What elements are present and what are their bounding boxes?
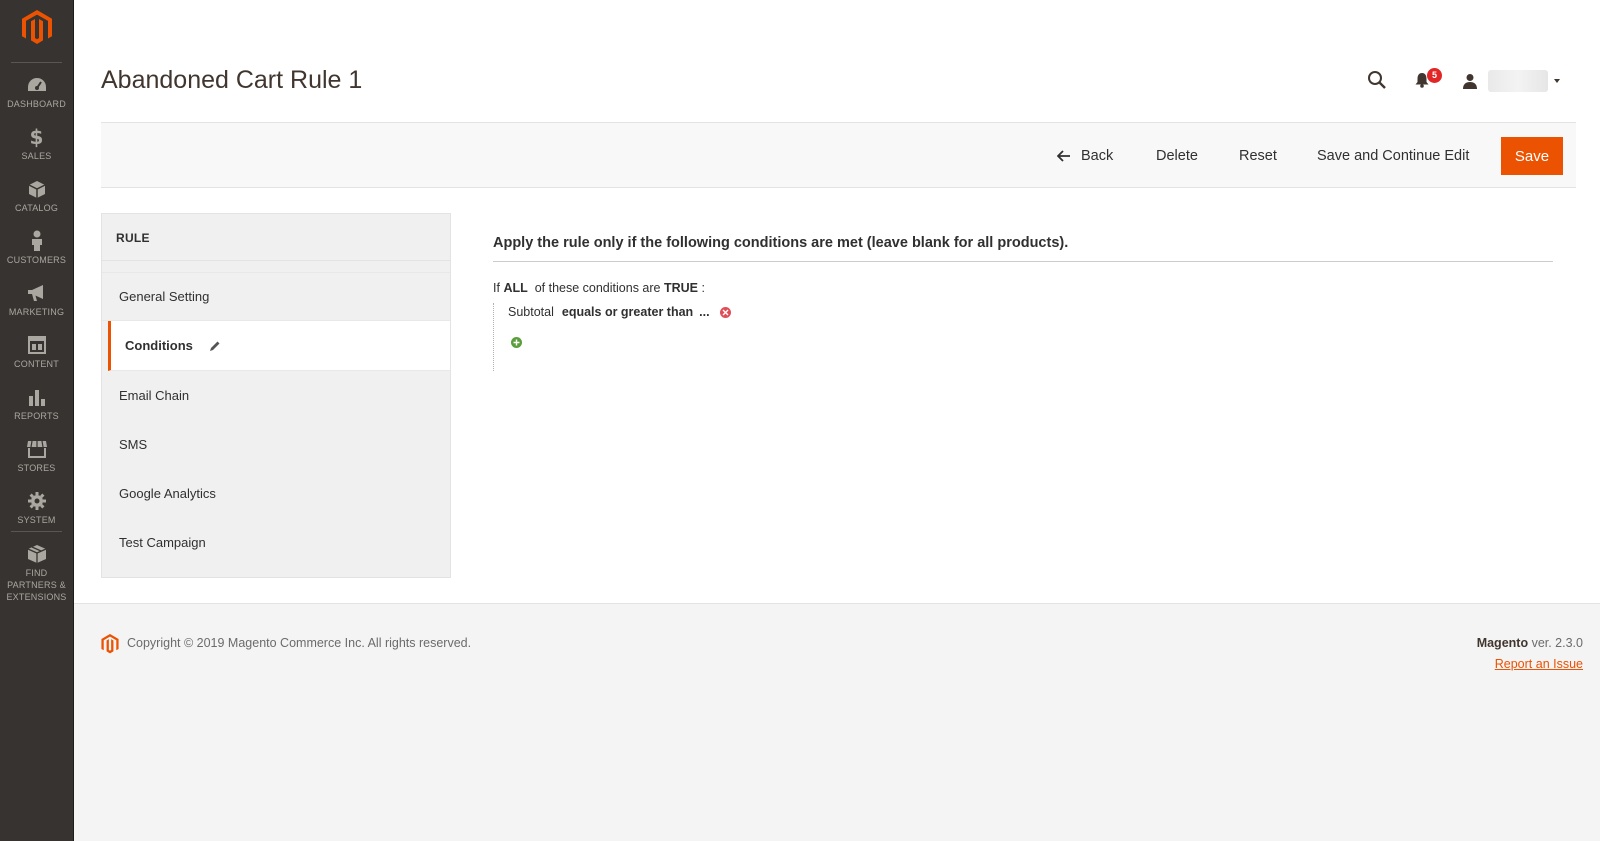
- notification-badge: 5: [1427, 68, 1442, 83]
- save-button[interactable]: Save: [1501, 137, 1563, 175]
- nav-find-partners[interactable]: FIND PARTNERS & EXTENSIONS: [0, 532, 73, 612]
- conditions-panel: Apply the rule only if the following con…: [493, 235, 1553, 371]
- nav-label: FIND PARTNERS & EXTENSIONS: [6, 567, 66, 603]
- tab-email-chain[interactable]: Email Chain: [102, 371, 450, 420]
- tab-test-campaign[interactable]: Test Campaign: [102, 518, 450, 567]
- delete-button[interactable]: Delete: [1156, 137, 1198, 175]
- save-and-continue-button[interactable]: Save and Continue Edit: [1317, 137, 1469, 175]
- page-title: Abandoned Cart Rule 1: [101, 66, 363, 94]
- conditions-title: Apply the rule only if the following con…: [493, 235, 1553, 262]
- conditions-aggregator-line: If ALL of these conditions are TRUE :: [493, 281, 1553, 295]
- condition-tree: Subtotal equals or greater than ...: [493, 303, 1553, 371]
- nav-label-line: FIND: [25, 568, 48, 578]
- copyright-text: Copyright © 2019 Magento Commerce Inc. A…: [127, 636, 472, 650]
- reset-button[interactable]: Reset: [1239, 137, 1277, 175]
- version-text: Magento ver. 2.3.0: [1477, 636, 1583, 650]
- nav-customers[interactable]: CUSTOMERS: [0, 219, 73, 271]
- nav-system[interactable]: SYSTEM: [0, 479, 73, 531]
- condition-row: Subtotal equals or greater than ...: [508, 303, 1553, 321]
- remove-condition-icon[interactable]: [719, 306, 731, 318]
- condition-value[interactable]: ...: [699, 305, 709, 319]
- back-button[interactable]: Back: [1057, 137, 1113, 175]
- main-panel: Abandoned Cart Rule 1 5 Back Delete Rese…: [74, 0, 1600, 603]
- nav-label: CUSTOMERS: [6, 255, 67, 265]
- arrow-left-icon: [1057, 150, 1071, 162]
- nav-label: CATALOG: [14, 203, 59, 213]
- cond-prefix: If: [493, 281, 500, 295]
- rule-tabs: RULE General Setting Conditions Email Ch…: [101, 213, 451, 578]
- version-number: ver. 2.3.0: [1531, 636, 1583, 650]
- magento-logo-icon[interactable]: [0, 0, 74, 62]
- chevron-down-icon: [1554, 79, 1560, 83]
- person-icon: [30, 230, 44, 251]
- tab-general-setting[interactable]: General Setting: [102, 272, 450, 321]
- value-select[interactable]: TRUE: [664, 281, 698, 295]
- bar-chart-icon: [28, 387, 46, 407]
- nav-marketing[interactable]: MARKETING: [0, 271, 73, 323]
- gear-icon: [27, 491, 47, 511]
- admin-sidebar: DASHBOARD $ SALES CATALOG CUSTOMERS MARK…: [0, 0, 74, 841]
- nav-content[interactable]: CONTENT: [0, 323, 73, 375]
- add-condition-icon[interactable]: [511, 337, 522, 348]
- nav-label: SYSTEM: [17, 515, 56, 525]
- nav-label: CONTENT: [14, 359, 59, 369]
- cube-icon: [28, 179, 46, 199]
- brand-name: Magento: [1476, 636, 1529, 650]
- user-menu[interactable]: [1462, 70, 1560, 92]
- nav-label: MARKETING: [8, 307, 65, 317]
- nav-dashboard[interactable]: DASHBOARD: [0, 63, 73, 115]
- nav-catalog[interactable]: CATALOG: [0, 167, 73, 219]
- cond-suffix: :: [701, 281, 705, 295]
- dashboard-icon: [27, 75, 47, 95]
- nav-stores[interactable]: STORES: [0, 427, 73, 479]
- tab-conditions[interactable]: Conditions: [108, 321, 450, 371]
- cond-middle: of these conditions are: [534, 281, 661, 295]
- page-actions-bar: Back Delete Reset Save and Continue Edit…: [101, 122, 1576, 188]
- aggregator-select[interactable]: ALL: [503, 281, 527, 295]
- pencil-icon: [209, 340, 221, 352]
- nav-sales[interactable]: $ SALES: [0, 115, 73, 167]
- nav-label-line: PARTNERS &: [7, 580, 66, 590]
- tab-google-analytics[interactable]: Google Analytics: [102, 469, 450, 518]
- nav-label: SALES: [21, 151, 52, 161]
- condition-attribute: Subtotal: [508, 305, 554, 319]
- megaphone-icon: [27, 283, 47, 303]
- condition-operator[interactable]: equals or greater than: [562, 305, 693, 319]
- box-icon: [27, 544, 47, 564]
- search-icon[interactable]: [1367, 70, 1387, 95]
- nav-reports[interactable]: REPORTS: [0, 375, 73, 427]
- dollar-icon: $: [29, 125, 44, 149]
- tabs-heading: RULE: [102, 214, 450, 261]
- tab-label: Conditions: [125, 338, 193, 353]
- user-icon: [1463, 74, 1477, 89]
- page-footer: Copyright © 2019 Magento Commerce Inc. A…: [74, 603, 1600, 841]
- nav-label: DASHBOARD: [7, 99, 66, 109]
- nav-label-line: EXTENSIONS: [6, 592, 67, 602]
- back-label: Back: [1081, 148, 1114, 164]
- magento-logo-icon: [101, 634, 119, 659]
- nav-label: STORES: [17, 463, 56, 473]
- layout-icon: [27, 335, 46, 355]
- username-redacted: [1488, 70, 1548, 92]
- report-issue-link[interactable]: Report an Issue: [1495, 657, 1583, 671]
- tab-sms[interactable]: SMS: [102, 420, 450, 469]
- nav-label: REPORTS: [14, 411, 59, 421]
- storefront-icon: [26, 439, 48, 459]
